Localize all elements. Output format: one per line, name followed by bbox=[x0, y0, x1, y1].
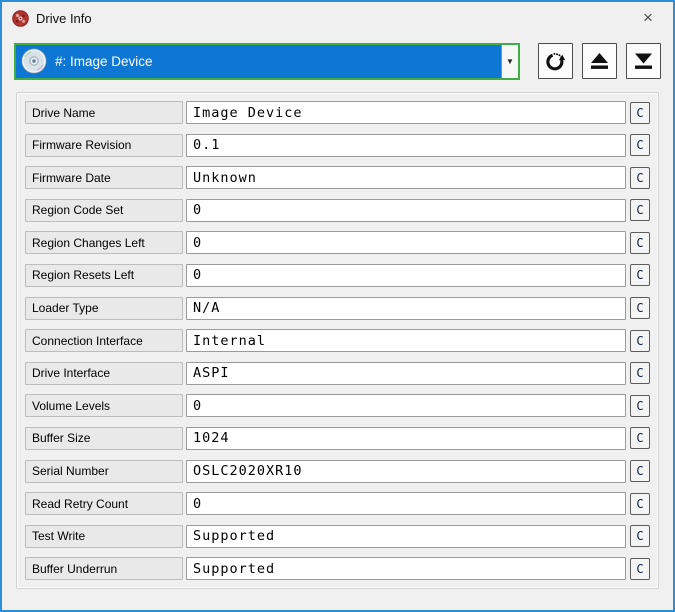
info-row-label: Drive Interface bbox=[25, 361, 183, 385]
info-row-value: OSLC2020XR10 bbox=[186, 459, 626, 483]
load-tray-button[interactable] bbox=[626, 43, 661, 79]
copy-value-button[interactable]: C bbox=[630, 362, 650, 385]
eject-icon bbox=[591, 52, 608, 69]
title-bar: Drive Info × bbox=[2, 2, 673, 34]
info-row-value: 0 bbox=[186, 198, 626, 222]
info-row: Buffer Size 1024 C bbox=[25, 426, 650, 450]
info-row: Drive Interface ASPI C bbox=[25, 361, 650, 385]
copy-value-button[interactable]: C bbox=[630, 101, 650, 124]
info-row-label: Test Write bbox=[25, 524, 183, 548]
info-row-label: Firmware Date bbox=[25, 166, 183, 190]
info-row-label: Serial Number bbox=[25, 459, 183, 483]
drive-info-groupbox: Drive Name Image Device C Firmware Revis… bbox=[16, 92, 659, 590]
drive-select-body: #: Image Device bbox=[16, 45, 501, 78]
info-row-value: ASPI bbox=[186, 361, 626, 385]
eject-tray-button[interactable] bbox=[582, 43, 617, 79]
info-row-value: 0 bbox=[186, 231, 626, 255]
copy-value-button[interactable]: C bbox=[630, 427, 650, 450]
copy-value-button[interactable]: C bbox=[630, 264, 650, 287]
info-row: Region Resets Left 0 C bbox=[25, 263, 650, 287]
drive-toolbar: #: Image Device ▼ bbox=[14, 42, 661, 80]
info-row-value: 0.1 bbox=[186, 133, 626, 157]
refresh-drive-button[interactable] bbox=[538, 43, 573, 79]
info-row-value: Supported bbox=[186, 557, 626, 581]
info-row-value: Supported bbox=[186, 524, 626, 548]
window-title: Drive Info bbox=[36, 10, 92, 26]
load-tray-icon bbox=[635, 53, 652, 69]
info-row-label: Loader Type bbox=[25, 296, 183, 320]
info-row: Read Retry Count 0 C bbox=[25, 492, 650, 516]
copy-value-button[interactable]: C bbox=[630, 460, 650, 483]
copy-value-button[interactable]: C bbox=[630, 394, 650, 417]
info-row-value: Image Device bbox=[186, 101, 626, 124]
copy-value-button[interactable]: C bbox=[630, 492, 650, 515]
info-row: Serial Number OSLC2020XR10 C bbox=[25, 459, 650, 483]
copy-value-button[interactable]: C bbox=[630, 199, 650, 222]
copy-value-button[interactable]: C bbox=[630, 166, 650, 189]
info-row-value: 0 bbox=[186, 394, 626, 418]
copy-value-button[interactable]: C bbox=[630, 329, 650, 352]
info-row-label: Buffer Size bbox=[25, 426, 183, 450]
info-row: Region Code Set 0 C bbox=[25, 198, 650, 222]
refresh-icon bbox=[546, 52, 566, 70]
copy-value-button[interactable]: C bbox=[630, 297, 650, 320]
info-row-label: Region Code Set bbox=[25, 198, 183, 222]
close-button[interactable]: × bbox=[631, 4, 665, 32]
info-row-label: Drive Name bbox=[25, 101, 183, 124]
info-row: Test Write Supported C bbox=[25, 524, 650, 548]
info-row-value: N/A bbox=[186, 296, 626, 320]
info-row: Region Changes Left 0 C bbox=[25, 231, 650, 255]
cd-disc-icon bbox=[21, 48, 47, 74]
info-row-value: 0 bbox=[186, 263, 626, 287]
app-disc-icon bbox=[12, 9, 29, 27]
copy-value-button[interactable]: C bbox=[630, 525, 650, 548]
info-row-value: 1024 bbox=[186, 426, 626, 450]
info-row: Drive Name Image Device C bbox=[25, 101, 650, 124]
info-row: Connection Interface Internal C bbox=[25, 329, 650, 353]
copy-value-button[interactable]: C bbox=[630, 557, 650, 580]
selected-drive-label: #: Image Device bbox=[55, 53, 153, 69]
info-row-label: Region Changes Left bbox=[25, 231, 183, 255]
info-row-label: Region Resets Left bbox=[25, 263, 183, 287]
info-row-label: Buffer Underrun bbox=[25, 557, 183, 581]
info-row-label: Read Retry Count bbox=[25, 492, 183, 516]
chevron-down-icon: ▼ bbox=[506, 56, 514, 66]
drive-info-window: Drive Info × #: Image Device ▼ Drive Nam… bbox=[0, 0, 675, 612]
info-row-value: Internal bbox=[186, 329, 626, 353]
drive-info-rows: Drive Name Image Device C Firmware Revis… bbox=[25, 101, 650, 581]
info-row: Loader Type N/A C bbox=[25, 296, 650, 320]
info-row: Buffer Underrun Supported C bbox=[25, 557, 650, 581]
copy-value-button[interactable]: C bbox=[630, 134, 650, 157]
info-row-label: Volume Levels bbox=[25, 394, 183, 418]
info-row-value: 0 bbox=[186, 492, 626, 516]
info-row: Firmware Date Unknown C bbox=[25, 166, 650, 190]
combobox-dropdown-button[interactable]: ▼ bbox=[501, 44, 518, 78]
drive-select-combobox[interactable]: #: Image Device ▼ bbox=[14, 42, 520, 80]
copy-value-button[interactable]: C bbox=[630, 231, 650, 254]
info-row: Volume Levels 0 C bbox=[25, 394, 650, 418]
info-row-value: Unknown bbox=[186, 166, 626, 190]
info-row-label: Firmware Revision bbox=[25, 133, 183, 157]
info-row: Firmware Revision 0.1 C bbox=[25, 133, 650, 157]
close-icon: × bbox=[643, 8, 653, 27]
info-row-label: Connection Interface bbox=[25, 329, 183, 353]
